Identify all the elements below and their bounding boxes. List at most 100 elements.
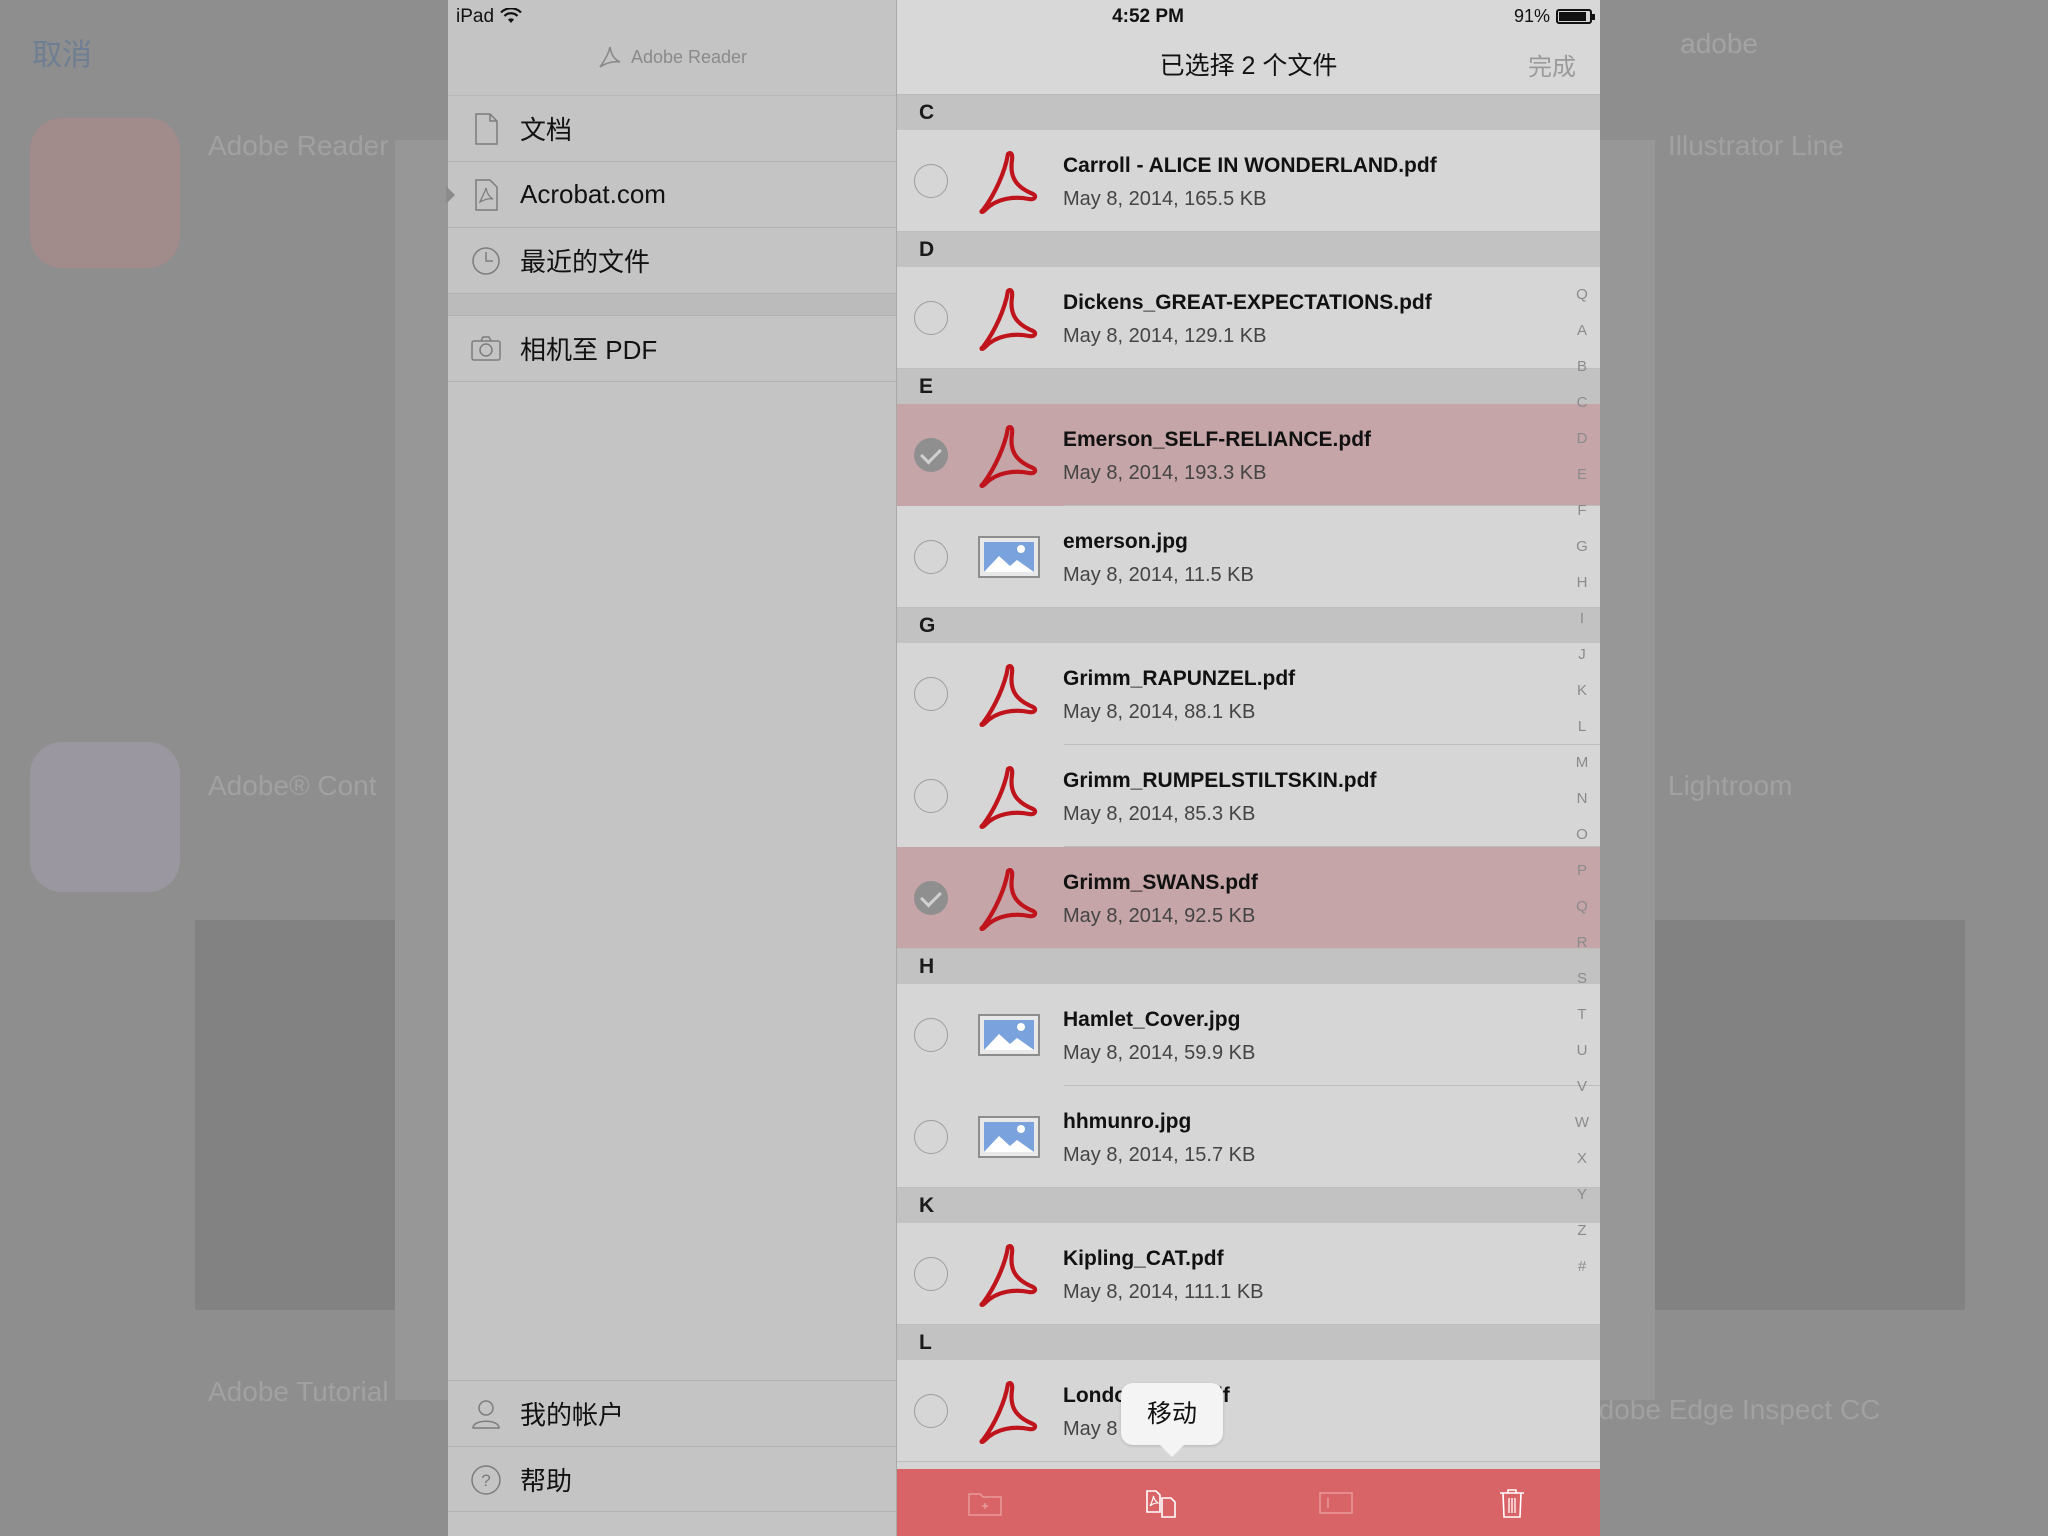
index-letter[interactable]: E [1568, 466, 1596, 502]
file-row[interactable]: Hamlet_Cover.jpg May 8, 2014, 59.9 KB [897, 984, 1600, 1086]
section-header: K [897, 1188, 1600, 1223]
index-letter[interactable]: A [1568, 322, 1596, 358]
sidebar-item-camera-to-pdf[interactable]: 相机至 PDF [448, 315, 896, 381]
index-letter[interactable]: J [1568, 646, 1596, 682]
index-letter[interactable]: L [1568, 718, 1596, 754]
selection-checkbox[interactable] [914, 1394, 948, 1428]
pdf-file-icon [977, 285, 1041, 351]
background-app-title: Illustrator Line [1668, 130, 1844, 161]
index-letter[interactable]: Y [1568, 1186, 1596, 1222]
selection-checkbox[interactable] [914, 1018, 948, 1052]
status-bar-left: iPad [456, 6, 524, 28]
file-row[interactable]: Dickens_GREAT-EXPECTATIONS.pdf May 8, 201… [897, 267, 1600, 369]
help-icon: ? [471, 1465, 501, 1495]
file-row[interactable]: Grimm_RAPUNZEL.pdf May 8, 2014, 88.1 KB [897, 643, 1600, 745]
index-letter[interactable]: I [1568, 610, 1596, 646]
section-index[interactable]: Q A B C D E F G H I J K L M N O P Q R S T U V W X Y Z # [1568, 286, 1596, 1294]
file-row[interactable]: Emerson_SELF-RELIANCE.pdf May 8, 2014, 19… [897, 404, 1600, 506]
battery-icon [1556, 9, 1595, 24]
file-name: Kipling_CAT.pdf [1063, 1247, 1224, 1270]
selection-checkbox[interactable] [914, 677, 948, 711]
sidebar-item-recent[interactable]: 最近的文件 [448, 227, 896, 293]
sidebar-item-label: Acrobat.com [520, 179, 666, 209]
index-letter[interactable]: F [1568, 502, 1596, 538]
index-letter[interactable]: C [1568, 394, 1596, 430]
index-letter[interactable]: P [1568, 862, 1596, 898]
background-cancel: 取消 [32, 39, 92, 72]
index-letter[interactable]: H [1568, 574, 1596, 610]
index-letter[interactable]: B [1568, 358, 1596, 394]
file-name: Grimm_RAPUNZEL.pdf [1063, 667, 1296, 690]
file-name: emerson.jpg [1063, 530, 1188, 553]
index-letter[interactable]: M [1568, 754, 1596, 790]
file-row[interactable]: Kipling_CAT.pdf May 8, 2014, 111.1 KB [897, 1223, 1600, 1325]
selection-checkbox[interactable] [914, 1120, 948, 1154]
image-file-icon [977, 1104, 1041, 1170]
index-letter[interactable]: R [1568, 934, 1596, 970]
selection-checkbox[interactable] [914, 540, 948, 574]
file-row[interactable]: Grimm_SWANS.pdf May 8, 2014, 92.5 KB [897, 847, 1600, 949]
index-letter[interactable]: K [1568, 682, 1596, 718]
sidebar-item-documents[interactable]: 文档 [448, 95, 896, 161]
selection-checkbox[interactable] [914, 164, 948, 198]
cloud-document-icon [475, 179, 498, 211]
file-name: Grimm_RUMPELSTILTSKIN.pdf [1063, 769, 1377, 792]
row-separator [897, 607, 1600, 608]
pdf-file-icon [977, 148, 1041, 214]
clock-icon [472, 247, 500, 275]
rename-button[interactable] [1249, 1469, 1425, 1536]
file-meta: May 8, 2014, 111.1 KB [1063, 1281, 1264, 1303]
index-letter[interactable]: G [1568, 538, 1596, 574]
index-letter[interactable]: U [1568, 1042, 1596, 1078]
file-row[interactable]: hhmunro.jpg May 8, 2014, 15.7 KB [897, 1086, 1600, 1188]
file-row[interactable]: Grimm_RUMPELSTILTSKIN.pdf May 8, 2014, 85… [897, 745, 1600, 847]
sidebar-item-help[interactable]: ? 帮助 [448, 1446, 896, 1512]
index-letter[interactable]: S [1568, 970, 1596, 1006]
background-app-title: Lightroom [1668, 770, 1793, 801]
disclosure-triangle-icon [446, 186, 455, 204]
status-time: 4:52 PM [1112, 6, 1184, 27]
row-separator [897, 368, 1600, 369]
index-letter[interactable]: T [1568, 1006, 1596, 1042]
selection-checkbox[interactable] [914, 438, 948, 472]
done-button[interactable]: 完成 [1528, 47, 1576, 82]
file-row[interactable]: Carroll - ALICE IN WONDERLAND.pdf May 8, … [897, 130, 1600, 232]
file-row[interactable]: Londo FANG.pdfMay 8 .0 KB [897, 1360, 1600, 1462]
selection-checkbox[interactable] [914, 779, 948, 813]
file-meta: May 8, 2014, 92.5 KB [1063, 905, 1256, 927]
index-letter[interactable]: W [1568, 1114, 1596, 1150]
background-screenshot [195, 920, 395, 1310]
sidebar-item-label: 帮助 [520, 1465, 573, 1496]
index-letter[interactable]: # [1568, 1258, 1596, 1294]
bottom-toolbar [897, 1469, 1600, 1536]
pdf-file-icon [977, 865, 1041, 931]
section-header: G [897, 608, 1600, 643]
sidebar-item-acrobat[interactable]: Acrobat.com [446, 161, 896, 227]
index-letter[interactable]: V [1568, 1078, 1596, 1114]
new-folder-button[interactable] [897, 1469, 1073, 1536]
move-tooltip: 移动 [1121, 1383, 1223, 1457]
index-letter[interactable]: Q [1568, 898, 1596, 934]
sidebar-item-my-account[interactable]: 我的帐户 [448, 1380, 896, 1446]
row-separator [897, 231, 1600, 232]
section-header: E [897, 369, 1600, 404]
delete-button[interactable] [1424, 1469, 1600, 1536]
index-letter[interactable]: O [1568, 826, 1596, 862]
index-letter[interactable]: Z [1568, 1222, 1596, 1258]
selection-checkbox[interactable] [914, 881, 948, 915]
index-search-icon[interactable]: Q [1568, 286, 1596, 322]
selection-checkbox[interactable] [914, 1257, 948, 1291]
pdf-file-icon [977, 1378, 1041, 1444]
page-title: 已选择 2 个文件 [1159, 52, 1338, 80]
index-letter[interactable]: D [1568, 430, 1596, 466]
section-header: H [897, 949, 1600, 984]
index-letter[interactable]: X [1568, 1150, 1596, 1186]
file-row[interactable]: emerson.jpg May 8, 2014, 11.5 KB [897, 506, 1600, 608]
move-button[interactable] [1073, 1469, 1249, 1536]
section-header: C [897, 95, 1600, 130]
pdf-file-icon [977, 763, 1041, 829]
row-separator [897, 948, 1600, 949]
index-letter[interactable]: N [1568, 790, 1596, 826]
sidebar-divider [448, 381, 896, 382]
selection-checkbox[interactable] [914, 301, 948, 335]
